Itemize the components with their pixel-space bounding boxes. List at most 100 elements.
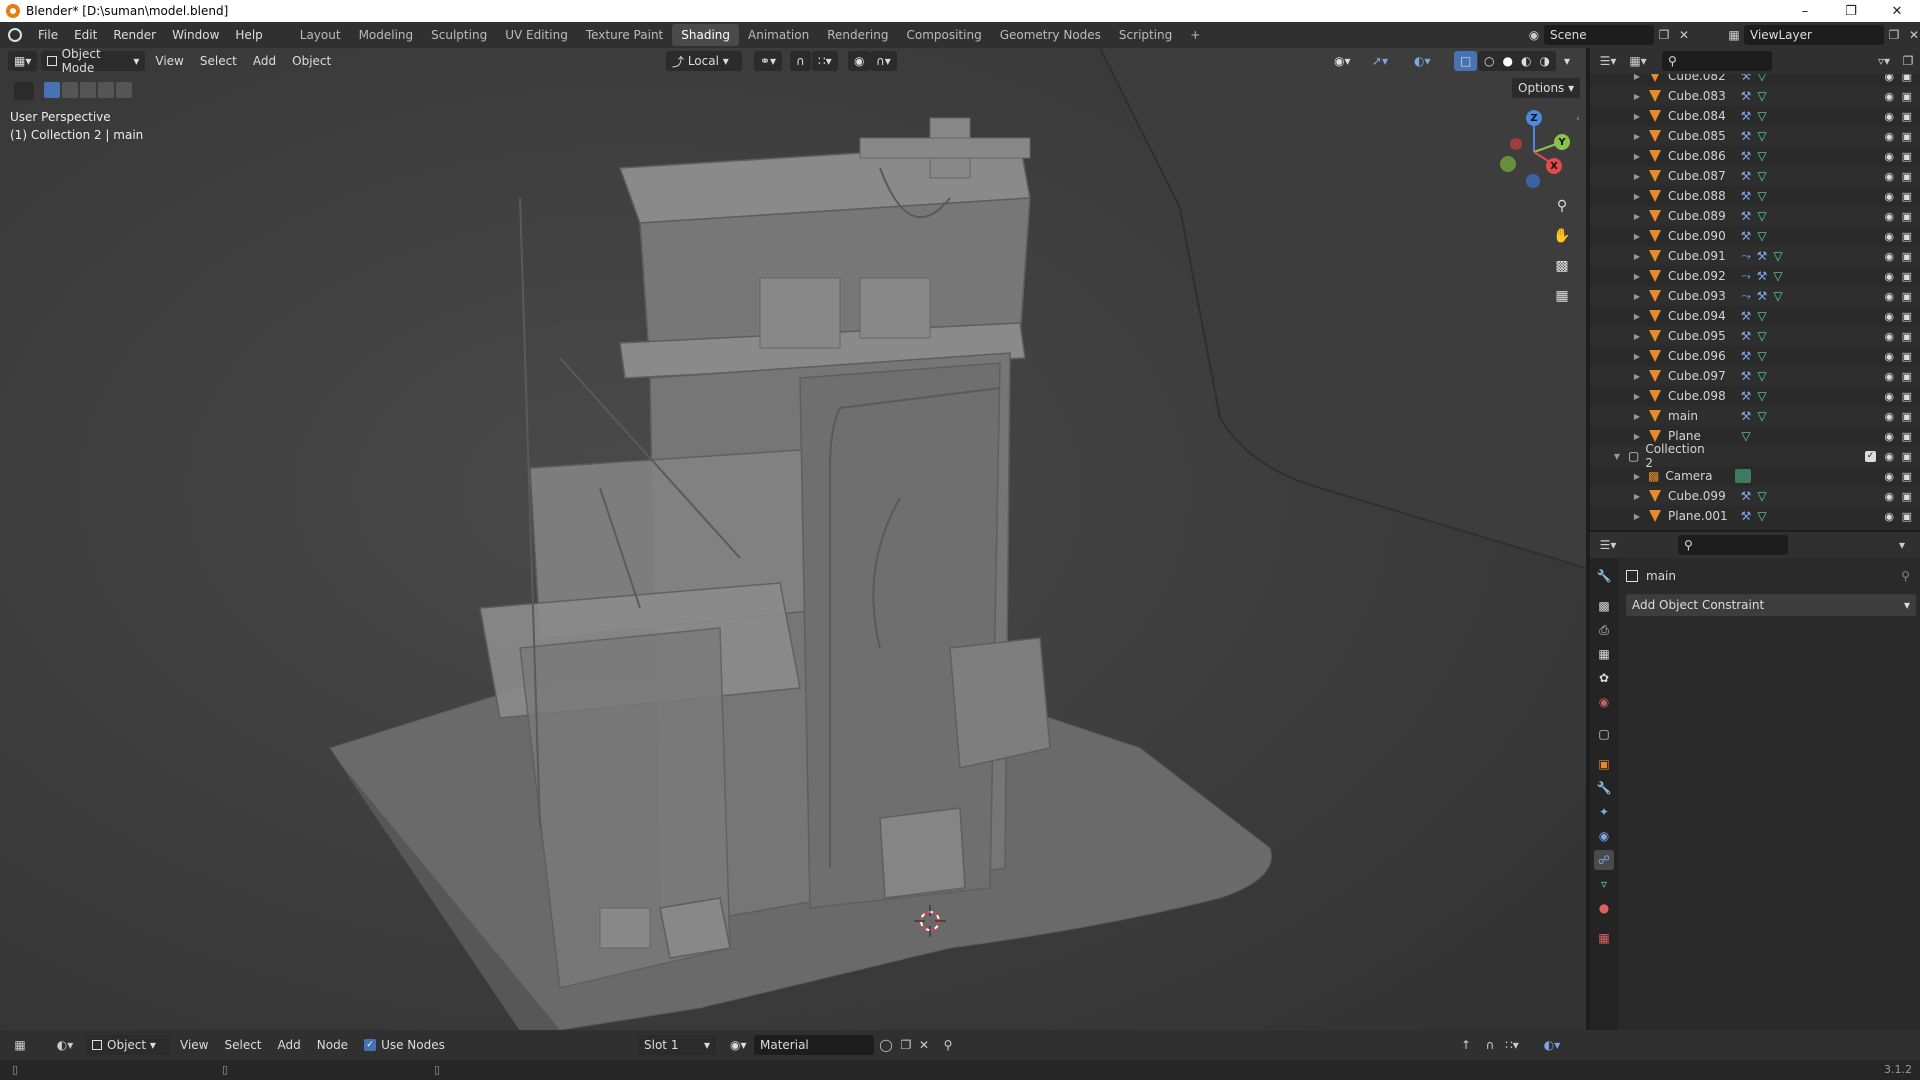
menu-add[interactable]: Add <box>247 51 282 71</box>
render-tab-icon[interactable]: ▩ <box>1594 596 1614 616</box>
expand-arrow-icon[interactable]: ▶ <box>1632 252 1642 261</box>
modifier-wrench-icon[interactable]: ⚒ <box>1738 229 1754 243</box>
modifier-wrench-icon[interactable]: ⚒ <box>1738 509 1754 523</box>
render-camera-icon[interactable]: ▣ <box>1902 230 1912 243</box>
object-tab-icon[interactable]: ▣ <box>1594 754 1614 774</box>
select-intersect-icon[interactable] <box>116 82 132 98</box>
visibility-eye-icon[interactable]: ◉ <box>1884 210 1894 223</box>
outliner-row[interactable]: ▶ Cube.096 ⚒ ▽ ◉ ▣ <box>1590 346 1920 366</box>
expand-arrow-icon[interactable]: ▶ <box>1632 272 1642 281</box>
expand-arrow-icon[interactable]: ▶ <box>1632 352 1642 361</box>
modifier-wrench-icon[interactable]: ⚒ <box>1754 269 1770 283</box>
mesh-object-icon[interactable] <box>1648 349 1662 363</box>
filter-icon[interactable]: ▿▾ <box>1874 51 1894 71</box>
outliner[interactable]: ☰▾ ▦▾ ⚲ ▿▾ ❐ ▶ Cube.082 ⚒ ▽ ◉ ▣ ▶ Cube.083 ⚒ ▽ ◉ ▣ ▶… <box>1590 48 1920 530</box>
menu-render[interactable]: Render <box>105 22 164 48</box>
mesh-data-icon[interactable]: ▽ <box>1754 409 1770 423</box>
constraint-tab-icon[interactable]: ☍ <box>1594 850 1614 870</box>
tab-rendering[interactable]: Rendering <box>818 24 897 46</box>
tab-texture-paint[interactable]: Texture Paint <box>577 24 672 46</box>
outliner-row[interactable]: ▶ Cube.098 ⚒ ▽ ◉ ▣ <box>1590 386 1920 406</box>
modifier-wrench-icon[interactable]: ⚒ <box>1738 74 1754 83</box>
mesh-data-icon[interactable]: ▽ <box>1754 149 1770 163</box>
menu-select[interactable]: Select <box>194 51 243 71</box>
mesh-data-icon[interactable]: ▽ <box>1754 229 1770 243</box>
particles-tab-icon[interactable]: ✦ <box>1594 802 1614 822</box>
expand-arrow-icon[interactable]: ▼ <box>1612 452 1622 461</box>
modifier-wrench-icon[interactable]: ⚒ <box>1754 289 1770 303</box>
mesh-data-icon[interactable]: ▽ <box>1754 169 1770 183</box>
overlay-toggle-icon[interactable]: ◐▾ <box>1408 51 1437 71</box>
properties-editor[interactable]: ☰▾ ⚲ ▾ 🔧 ▩ ⎙ ▦ ✿ ◉ ▢ ▣ 🔧 ✦ ◉ ☍ ▿ ● ▦ mai… <box>1590 532 1920 1030</box>
expand-arrow-icon[interactable]: ▶ <box>1632 512 1642 521</box>
expand-arrow-icon[interactable]: ▶ <box>1632 392 1642 401</box>
new-material-icon[interactable]: ❐ <box>896 1035 916 1055</box>
outliner-row[interactable]: ▶ Cube.089 ⚒ ▽ ◉ ▣ <box>1590 206 1920 226</box>
tab-sculpting[interactable]: Sculpting <box>422 24 496 46</box>
expand-arrow-icon[interactable]: ▶ <box>1632 432 1642 441</box>
mesh-data-icon[interactable]: ▽ <box>1754 509 1770 523</box>
mesh-object-icon[interactable] <box>1648 89 1662 103</box>
scene-field[interactable]: Scene <box>1544 25 1654 45</box>
node-editor-type-icon[interactable]: ▦ <box>10 1035 30 1055</box>
expand-arrow-icon[interactable]: ▶ <box>1632 372 1642 381</box>
grid-ortho-icon[interactable]: ▦ <box>1550 284 1574 308</box>
visibility-eye-icon[interactable]: ◉ <box>1884 310 1894 323</box>
outliner-row[interactable]: ▼ ▢ Collection 2 ✓ ◉ ▣ <box>1590 442 1920 470</box>
select-new-icon[interactable] <box>44 82 60 98</box>
node-menu-select[interactable]: Select <box>218 1035 267 1055</box>
collection-tab-icon[interactable]: ▢ <box>1594 724 1614 744</box>
mesh-object-icon[interactable] <box>1648 429 1662 443</box>
navigation-gizmo[interactable]: Z Y X <box>1490 108 1570 188</box>
tab-modeling[interactable]: Modeling <box>350 24 423 46</box>
editor-type-icon[interactable]: ▦▾ <box>8 51 38 71</box>
menu-view[interactable]: View <box>149 51 189 71</box>
expand-arrow-icon[interactable]: ▶ <box>1632 192 1642 201</box>
mesh-data-icon[interactable]: ▽ <box>1754 89 1770 103</box>
3d-viewport[interactable]: User Perspective (1) Collection 2 | main… <box>0 48 1586 1030</box>
outliner-item-name[interactable]: Cube.088 <box>1668 189 1738 203</box>
tab-animation[interactable]: Animation <box>739 24 818 46</box>
mesh-object-icon[interactable] <box>1648 289 1662 303</box>
tab-uv-editing[interactable]: UV Editing <box>496 24 577 46</box>
mode-dropdown[interactable]: Object Mode ▾ <box>41 47 146 75</box>
mesh-data-icon[interactable]: ▽ <box>1754 189 1770 203</box>
render-camera-icon[interactable]: ▣ <box>1902 150 1912 163</box>
outliner-item-name[interactable]: Plane.001 <box>1668 509 1738 523</box>
modifier-wrench-icon[interactable]: ⚒ <box>1738 369 1754 383</box>
render-camera-icon[interactable]: ▣ <box>1902 190 1912 203</box>
mesh-data-icon[interactable]: ▽ <box>1738 429 1754 443</box>
pan-hand-icon[interactable]: ✋ <box>1550 224 1574 248</box>
visibility-eye-icon[interactable]: ◉ <box>1884 450 1894 463</box>
physics-tab-icon[interactable]: ◉ <box>1594 826 1614 846</box>
outliner-item-name[interactable]: Cube.087 <box>1668 169 1738 183</box>
view-layer-field[interactable]: ViewLayer <box>1744 25 1884 45</box>
outliner-item-name[interactable]: Cube.095 <box>1668 329 1738 343</box>
visibility-eye-icon[interactable]: ◉ <box>1884 290 1894 303</box>
gizmo-neg-x-axis[interactable] <box>1510 138 1522 150</box>
delete-scene-icon[interactable]: ✕ <box>1674 25 1694 45</box>
visibility-eye-icon[interactable]: ◉ <box>1884 190 1894 203</box>
mesh-object-icon[interactable] <box>1648 309 1662 323</box>
outliner-row[interactable]: ▶ Cube.093 ⤳ ⚒ ▽ ◉ ▣ <box>1590 286 1920 306</box>
fake-user-icon[interactable]: ◯ <box>876 1035 896 1055</box>
transform-orientation-dropdown[interactable]: ⤴ Local ▾ <box>666 51 742 71</box>
scene-selector-icon[interactable]: ◉ <box>1524 25 1544 45</box>
render-camera-icon[interactable]: ▣ <box>1902 130 1912 143</box>
modifier-wrench-icon[interactable]: ⚒ <box>1738 89 1754 103</box>
visibility-eye-icon[interactable]: ◉ <box>1884 250 1894 263</box>
material-name-field[interactable]: Material <box>754 1035 874 1055</box>
new-scene-icon[interactable]: ❐ <box>1654 25 1674 45</box>
outliner-row[interactable]: ▶ Cube.087 ⚒ ▽ ◉ ▣ <box>1590 166 1920 186</box>
outliner-item-name[interactable]: Cube.093 <box>1668 289 1738 303</box>
world-tab-icon[interactable]: ◉ <box>1594 692 1614 712</box>
render-camera-icon[interactable]: ▣ <box>1902 210 1912 223</box>
outliner-item-name[interactable]: Camera <box>1665 469 1735 483</box>
snap-target-icon[interactable]: ∷▾ <box>812 51 838 71</box>
maximize-button[interactable]: ❐ <box>1828 0 1874 22</box>
expand-arrow-icon[interactable]: ▶ <box>1632 132 1642 141</box>
view-layer-icon[interactable]: ▦ <box>1724 25 1744 45</box>
outliner-item-name[interactable]: Cube.091 <box>1668 249 1738 263</box>
outliner-item-name[interactable]: main <box>1668 409 1738 423</box>
node-menu-add[interactable]: Add <box>272 1035 307 1055</box>
